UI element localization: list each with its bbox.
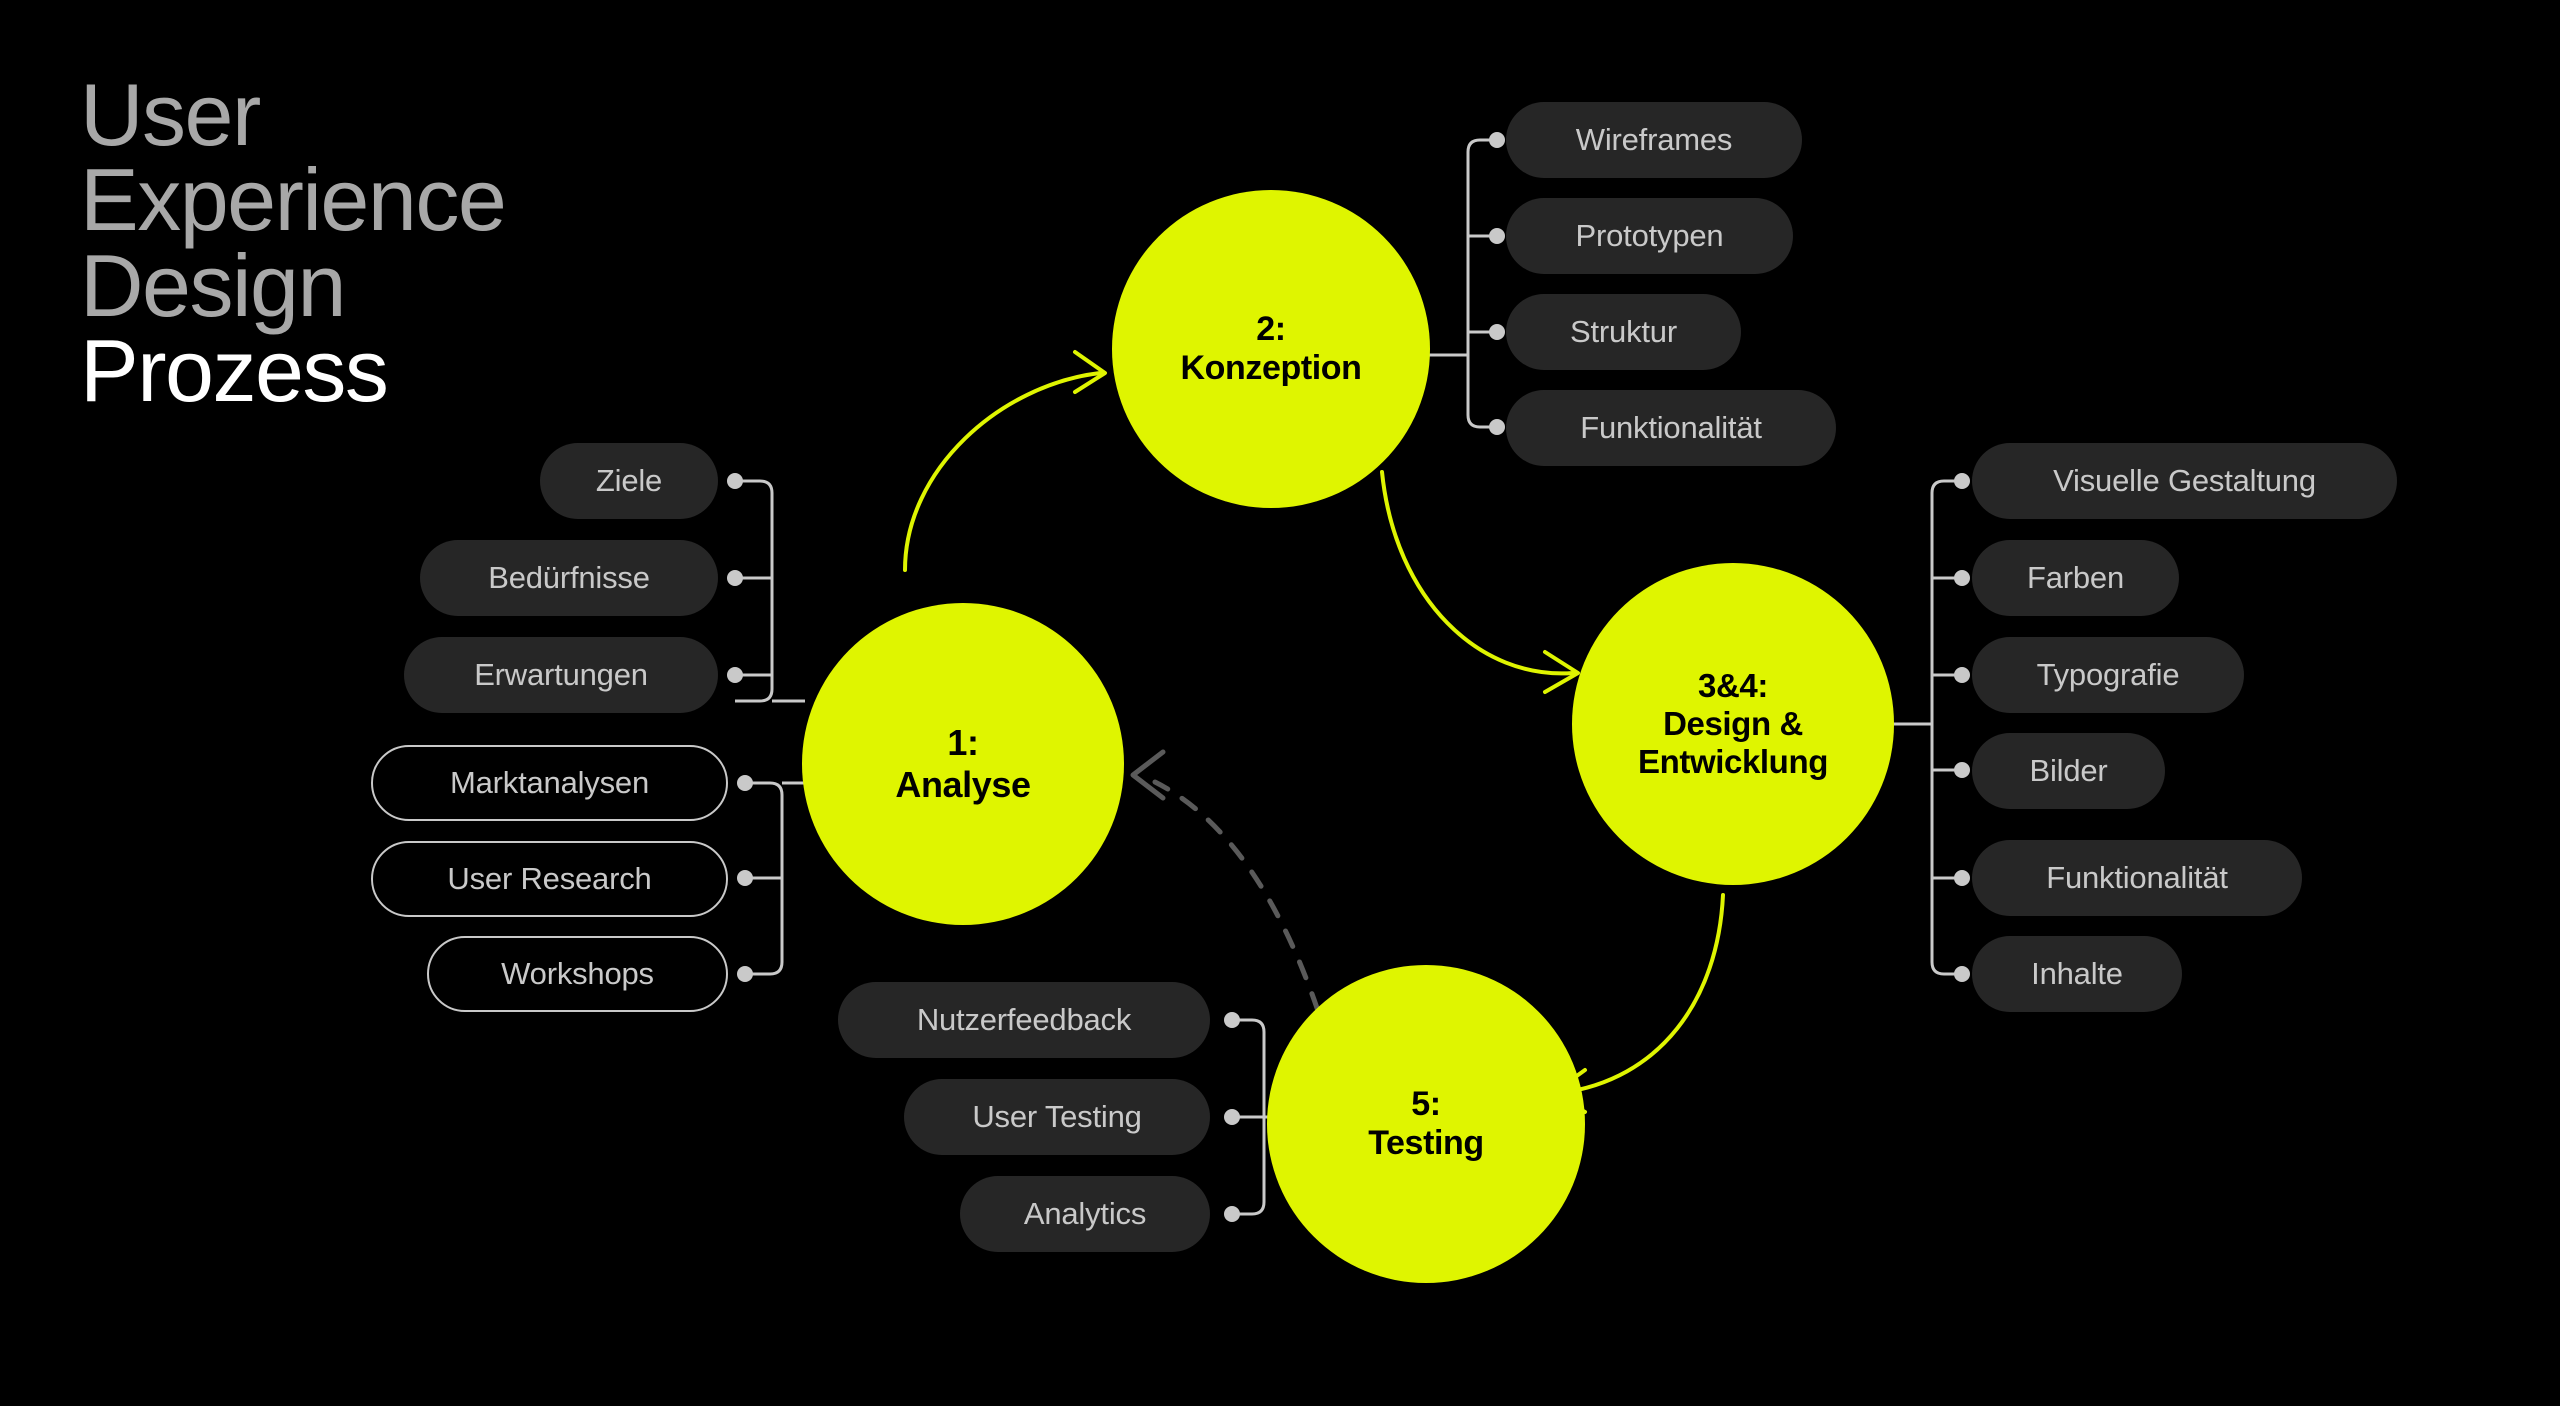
- pill-label: Typografie: [2036, 657, 2180, 692]
- bracket-analyse-primary: [735, 479, 805, 703]
- title-line-3: Design: [80, 235, 346, 335]
- stage-circle-testing[interactable]: 5: Testing: [1267, 965, 1585, 1283]
- pill-design-visuelle-gestaltung[interactable]: Visuelle Gestaltung: [1972, 443, 2397, 519]
- pill-analyse-ziele[interactable]: Ziele: [540, 443, 718, 519]
- bracket-testing-dots: [1224, 1012, 1240, 1222]
- pill-design-inhalte[interactable]: Inhalte: [1972, 936, 2182, 1012]
- pill-analyse-erwartungen[interactable]: Erwartungen: [404, 637, 718, 713]
- pill-konzeption-funktionalitaet[interactable]: Funktionalität: [1506, 390, 1836, 466]
- pill-analyse-marktanalysen[interactable]: Marktanalysen: [371, 745, 728, 821]
- flow-arrow-analyse-to-konzeption: [903, 350, 1107, 572]
- pill-label: Funktionalität: [2046, 860, 2228, 895]
- pill-testing-analytics[interactable]: Analytics: [960, 1176, 1210, 1252]
- pill-label: Struktur: [1570, 314, 1677, 349]
- pill-label: Workshops: [501, 956, 654, 991]
- stage-circle-design-name-1: Design &: [1663, 704, 1803, 742]
- pill-label: Nutzerfeedback: [916, 1002, 1132, 1037]
- title-line-1: User: [80, 65, 261, 164]
- pill-konzeption-struktur[interactable]: Struktur: [1506, 294, 1741, 370]
- stage-circle-design-number: 3&4:: [1698, 666, 1768, 704]
- pill-design-farben[interactable]: Farben: [1972, 540, 2179, 616]
- pill-design-funktionalitaet[interactable]: Funktionalität: [1972, 840, 2302, 916]
- diagram-canvas: User Experience Design Prozess 1: Analys…: [0, 0, 2560, 1406]
- stage-circle-analyse-number: 1:: [947, 722, 979, 764]
- pill-label: Bedürfnisse: [488, 560, 650, 595]
- pill-label: Erwartungen: [474, 657, 648, 692]
- bracket-konzeption-dots: [1489, 132, 1505, 435]
- stage-circle-design-entwicklung[interactable]: 3&4: Design & Entwicklung: [1572, 563, 1894, 885]
- pill-label: User Testing: [972, 1099, 1142, 1134]
- bracket-analyse-secondary: [745, 781, 812, 976]
- stage-circle-design-name-2: Entwicklung: [1638, 743, 1828, 781]
- page-title: User Experience Design Prozess: [80, 65, 507, 421]
- pill-label: User Research: [447, 861, 652, 896]
- title-line-2: Experience: [80, 150, 507, 250]
- pill-konzeption-wireframes[interactable]: Wireframes: [1506, 102, 1802, 178]
- pill-label: Farben: [2026, 560, 2125, 595]
- stage-circle-testing-name: Testing: [1368, 1124, 1484, 1162]
- bracket-design-dots: [1954, 473, 1970, 982]
- stage-circle-konzeption-name: Konzeption: [1180, 349, 1362, 387]
- pill-testing-nutzerfeedback[interactable]: Nutzerfeedback: [838, 982, 1210, 1058]
- pill-analyse-workshops[interactable]: Workshops: [427, 936, 728, 1012]
- pill-label: Funktionalität: [1580, 410, 1762, 445]
- bracket-design: [1888, 479, 1962, 976]
- stage-circle-konzeption[interactable]: 2: Konzeption: [1112, 190, 1430, 508]
- pill-analyse-user-research[interactable]: User Research: [371, 841, 728, 917]
- stage-circle-analyse-name: Analyse: [895, 764, 1031, 805]
- pill-label: Analytics: [1023, 1196, 1147, 1231]
- bracket-analyse-secondary-dots: [737, 775, 753, 982]
- pill-konzeption-prototypen[interactable]: Prototypen: [1506, 198, 1793, 274]
- pill-design-typografie[interactable]: Typografie: [1972, 637, 2244, 713]
- pill-label: Prototypen: [1575, 218, 1724, 253]
- bracket-konzeption: [1422, 138, 1497, 429]
- pill-label: Visuelle Gestaltung: [2053, 463, 2316, 498]
- pill-label: Wireframes: [1575, 122, 1733, 157]
- pill-label: Inhalte: [2031, 956, 2123, 991]
- pill-label: Bilder: [2029, 753, 2108, 788]
- stage-circle-konzeption-number: 2:: [1256, 309, 1286, 348]
- pill-design-bilder[interactable]: Bilder: [1972, 733, 2165, 809]
- bracket-analyse-primary-dots: [727, 473, 743, 683]
- pill-testing-user-testing[interactable]: User Testing: [904, 1079, 1210, 1155]
- pill-label: Ziele: [595, 463, 663, 498]
- flow-arrow-konzeption-to-design: [1380, 470, 1580, 694]
- stage-circle-testing-number: 5:: [1411, 1084, 1441, 1123]
- pill-analyse-beduerfnisse[interactable]: Bedürfnisse: [420, 540, 718, 616]
- pill-label: Marktanalysen: [450, 765, 649, 800]
- stage-circle-analyse[interactable]: 1: Analyse: [802, 603, 1124, 925]
- title-line-4: Prozess: [80, 321, 389, 421]
